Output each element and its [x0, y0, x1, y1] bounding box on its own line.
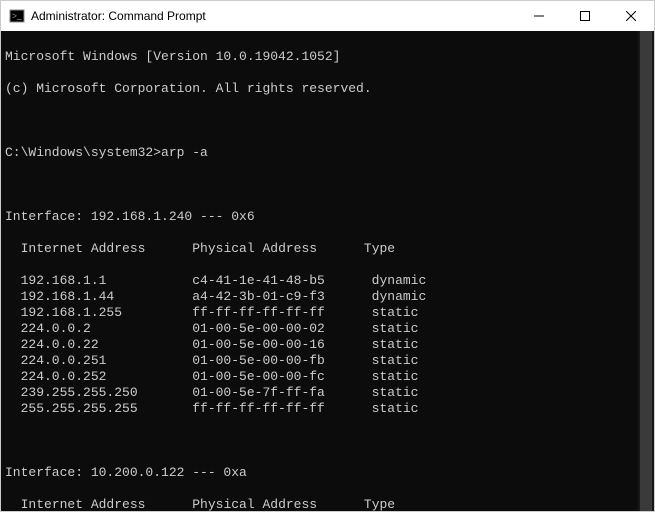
table-row: 192.168.1.255 ff-ff-ff-ff-ff-ff static — [5, 305, 650, 321]
table-row: 255.255.255.255 ff-ff-ff-ff-ff-ff static — [5, 401, 650, 417]
command-prompt-window: >_ Administrator: Command Prompt Microso… — [0, 0, 655, 512]
table-header: Internet Address Physical Address Type — [5, 241, 650, 257]
table-row: 224.0.0.2 01-00-5e-00-00-02 static — [5, 321, 650, 337]
table-row: 224.0.0.252 01-00-5e-00-00-fc static — [5, 369, 650, 385]
titlebar[interactable]: >_ Administrator: Command Prompt — [1, 1, 654, 31]
svg-text:>_: >_ — [12, 11, 22, 21]
window-title: Administrator: Command Prompt — [31, 9, 516, 23]
terminal-area[interactable]: Microsoft Windows [Version 10.0.19042.10… — [1, 31, 654, 511]
interface-header: Interface: 10.200.0.122 --- 0xa — [5, 465, 650, 481]
interface-header: Interface: 192.168.1.240 --- 0x6 — [5, 209, 650, 225]
table-row: 239.255.255.250 01-00-5e-7f-ff-fa static — [5, 385, 650, 401]
table-row: 224.0.0.22 01-00-5e-00-00-16 static — [5, 337, 650, 353]
scrollbar-thumb[interactable] — [640, 31, 652, 511]
prompt-cmd: arp -a — [161, 145, 208, 160]
arp-table-0: 192.168.1.1 c4-41-1e-41-48-b5 dynamic 19… — [5, 273, 650, 417]
table-header: Internet Address Physical Address Type — [5, 497, 650, 511]
table-row: 224.0.0.251 01-00-5e-00-00-fb static — [5, 353, 650, 369]
prompt-line: C:\Windows\system32>arp -a — [5, 145, 650, 161]
scrollbar[interactable] — [638, 31, 654, 511]
banner-line: Microsoft Windows [Version 10.0.19042.10… — [5, 49, 650, 65]
table-row: 192.168.1.1 c4-41-1e-41-48-b5 dynamic — [5, 273, 650, 289]
maximize-button[interactable] — [562, 1, 608, 31]
close-button[interactable] — [608, 1, 654, 31]
window-controls — [516, 1, 654, 31]
banner-line: (c) Microsoft Corporation. All rights re… — [5, 81, 650, 97]
minimize-button[interactable] — [516, 1, 562, 31]
table-row: 192.168.1.44 a4-42-3b-01-c9-f3 dynamic — [5, 289, 650, 305]
cmd-icon: >_ — [9, 8, 25, 24]
prompt-path: C:\Windows\system32> — [5, 145, 161, 160]
